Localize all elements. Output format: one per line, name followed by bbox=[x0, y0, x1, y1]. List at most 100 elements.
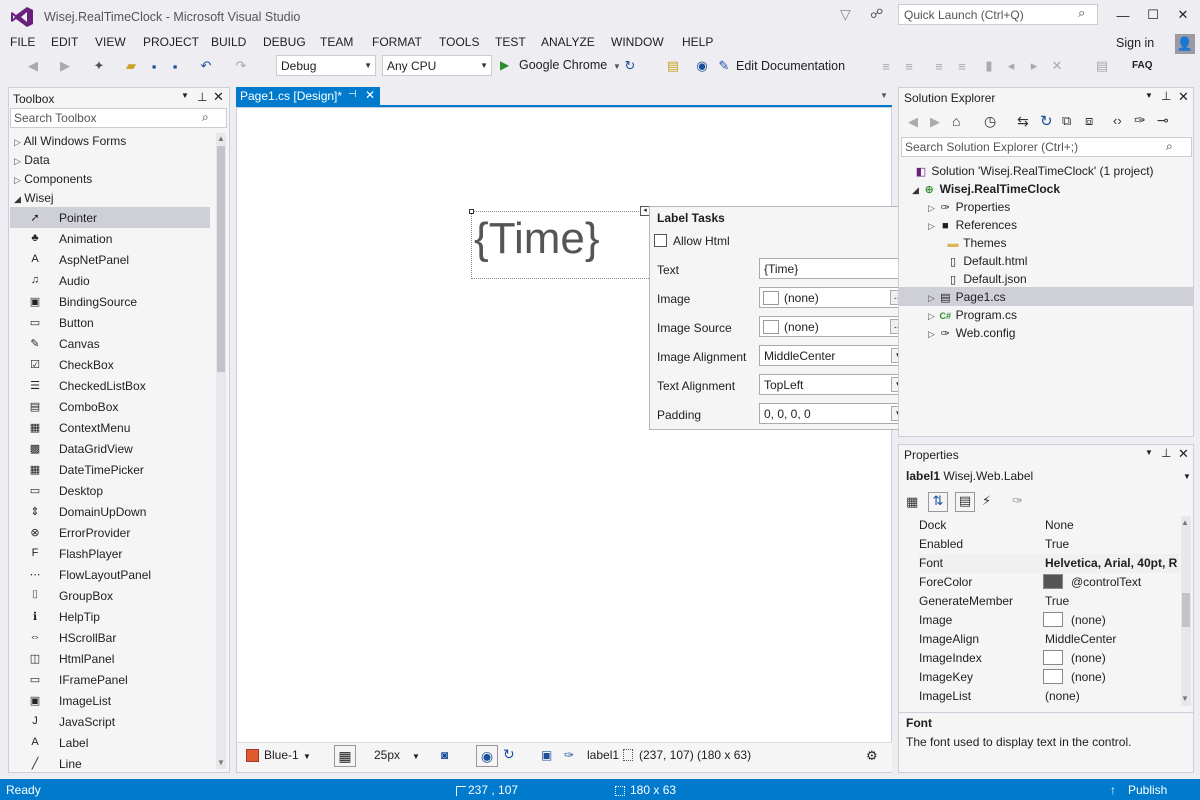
redo-icon[interactable]: ↷ bbox=[232, 57, 250, 75]
scrollbar-thumb[interactable] bbox=[217, 146, 225, 372]
publish-up-arrow-icon[interactable]: ↑ bbox=[1110, 783, 1116, 797]
image-field[interactable]: (none)... bbox=[759, 287, 909, 308]
menu-test[interactable]: TEST bbox=[495, 35, 526, 49]
preview-eye-icon[interactable]: ◉ bbox=[476, 745, 498, 767]
toolbox-item-bindingsource[interactable]: ▣ BindingSource bbox=[10, 291, 210, 312]
object-selector[interactable]: label1 Wisej.Web.Label bbox=[906, 469, 1033, 483]
property-pages-icon[interactable]: ✑ bbox=[1012, 493, 1023, 509]
toolbox-item-audio[interactable]: ♫ Audio bbox=[10, 270, 210, 291]
menu-format[interactable]: FORMAT bbox=[372, 35, 422, 49]
toolbox-item-iframepanel[interactable]: ▭ IFramePanel bbox=[10, 669, 210, 690]
designer-settings-icon[interactable]: ⚙ bbox=[866, 748, 878, 764]
close-icon[interactable]: ✕ bbox=[1178, 446, 1189, 462]
chevron-down-icon[interactable]: ▼ bbox=[880, 91, 888, 100]
solution-search-input[interactable]: Search Solution Explorer (Ctrl+;) bbox=[901, 137, 1192, 157]
publish-button[interactable]: Publish bbox=[1128, 783, 1167, 797]
property-row-enabled[interactable]: Enabled True bbox=[919, 535, 1179, 554]
preview-toggle-icon[interactable]: ⊸ bbox=[1157, 112, 1169, 129]
maximize-button[interactable]: ☐ bbox=[1138, 4, 1168, 26]
new-project-icon[interactable]: ✦ bbox=[90, 57, 108, 75]
close-icon[interactable]: ✕ bbox=[1178, 89, 1189, 105]
toolbox-case-icon[interactable]: ▣ bbox=[541, 748, 552, 762]
uncomment-icon[interactable]: ≡ bbox=[953, 57, 971, 75]
property-row-generatemember[interactable]: GenerateMember True bbox=[919, 592, 1179, 611]
events-lightning-icon[interactable]: ⚡ bbox=[982, 493, 991, 509]
refresh-icon[interactable]: ↻ bbox=[621, 57, 639, 75]
save-all-icon[interactable]: ▪ bbox=[166, 57, 184, 75]
solution-node[interactable]: ◧ Solution 'Wisej.RealTimeClock' (1 proj… bbox=[914, 164, 1154, 179]
bookmark-icon[interactable]: ▮ bbox=[980, 57, 998, 75]
property-row-font[interactable]: Font Helvetica, Arial, 40pt, R bbox=[919, 554, 1179, 573]
toolbox-item-aspnetpanel[interactable]: A AspNetPanel bbox=[10, 249, 210, 270]
chevron-down-icon[interactable]: ▼ bbox=[1183, 472, 1191, 481]
back-icon[interactable]: ◀ bbox=[24, 57, 42, 75]
alphabetical-icon[interactable]: ⇅ bbox=[928, 492, 948, 512]
text-field[interactable]: {Time} bbox=[759, 258, 909, 279]
toolbox-item-contextmenu[interactable]: ▦ ContextMenu bbox=[10, 417, 210, 438]
toolbox-item-flowlayoutpanel[interactable]: ⋯ FlowLayoutPanel bbox=[10, 564, 210, 585]
property-row-image[interactable]: Image (none) bbox=[919, 611, 1179, 630]
property-value[interactable]: (none) bbox=[1071, 613, 1106, 627]
align-left-icon[interactable]: ≡ bbox=[877, 57, 895, 75]
back-icon[interactable]: ◀ bbox=[908, 114, 918, 130]
chevron-down-icon[interactable]: ▼ bbox=[1145, 448, 1153, 457]
toolbox-item-htmlpanel[interactable]: ◫ HtmlPanel bbox=[10, 648, 210, 669]
start-debugging-icon[interactable]: ▶ bbox=[500, 58, 509, 72]
pin-icon[interactable]: ⊥ bbox=[1161, 446, 1171, 460]
pin-icon[interactable]: ⊥ bbox=[1161, 89, 1171, 103]
clear-bookmarks-icon[interactable]: ✕ bbox=[1048, 57, 1066, 75]
image-source-field[interactable]: (none)... bbox=[759, 316, 909, 337]
property-value[interactable]: True bbox=[1045, 537, 1069, 551]
tree-item-default-html[interactable]: ▯ Default.html bbox=[946, 254, 1027, 269]
menu-file[interactable]: FILE bbox=[10, 35, 35, 49]
sync-icon[interactable]: ⇆ bbox=[1017, 113, 1029, 130]
property-value[interactable]: None bbox=[1045, 518, 1074, 532]
property-value[interactable]: (none) bbox=[1071, 670, 1106, 684]
forward-icon[interactable]: ▶ bbox=[930, 114, 940, 130]
property-row-forecolor[interactable]: ForeColor @controlText bbox=[919, 573, 1179, 592]
quick-launch-input[interactable]: Quick Launch (Ctrl+Q) bbox=[898, 4, 1098, 25]
format-icon[interactable]: ▤ bbox=[1093, 57, 1111, 75]
toolbox-search-input[interactable]: Search Toolbox bbox=[10, 108, 227, 128]
toolbox-item-canvas[interactable]: ✎ Canvas bbox=[10, 333, 210, 354]
menu-build[interactable]: BUILD bbox=[211, 35, 246, 49]
minimize-button[interactable]: — bbox=[1108, 4, 1138, 26]
forward-icon[interactable]: ▶ bbox=[56, 57, 74, 75]
history-icon[interactable]: ◷ bbox=[984, 113, 996, 130]
property-value[interactable]: MiddleCenter bbox=[1045, 632, 1116, 646]
toolbox-item-combobox[interactable]: ▤ ComboBox bbox=[10, 396, 210, 417]
chevron-down-icon[interactable]: ▼ bbox=[1145, 91, 1153, 100]
property-value[interactable]: @controlText bbox=[1071, 575, 1141, 589]
edit-documentation-icon[interactable]: ✎ bbox=[715, 57, 733, 75]
toolbox-item-hscrollbar[interactable]: ⇔ HScrollBar bbox=[10, 627, 210, 648]
tree-item-program[interactable]: ▷ C# Program.cs bbox=[928, 308, 1017, 323]
faq-button[interactable]: FAQ bbox=[1132, 60, 1153, 71]
categorized-icon[interactable]: ▦ bbox=[906, 494, 918, 510]
toolbox-group-all-windows-forms[interactable]: ▷ All Windows Forms bbox=[14, 134, 126, 148]
menu-project[interactable]: PROJECT bbox=[143, 35, 199, 49]
prev-bookmark-icon[interactable]: ◂ bbox=[1002, 57, 1020, 75]
refresh-icon[interactable]: ↻ bbox=[1040, 112, 1053, 130]
screenshot-icon[interactable]: ◙ bbox=[441, 748, 448, 762]
image-alignment-select[interactable]: MiddleCenter▼ bbox=[759, 345, 909, 366]
notifications-flag-icon[interactable]: ▽ bbox=[840, 6, 851, 23]
view-code-icon[interactable]: ‹› bbox=[1113, 113, 1122, 128]
toolbox-group-components[interactable]: ▷ Components bbox=[14, 172, 92, 186]
feedback-icon[interactable]: ☍ bbox=[870, 6, 883, 22]
properties-wrench-icon[interactable]: ✑ bbox=[1134, 112, 1146, 129]
preview-icon[interactable]: ◉ bbox=[693, 57, 711, 75]
menu-edit[interactable]: EDIT bbox=[51, 35, 78, 49]
comment-icon[interactable]: ≡ bbox=[930, 57, 948, 75]
pin-icon[interactable]: ⊣ bbox=[348, 89, 357, 100]
toolbox-item-checkbox[interactable]: ☑ CheckBox bbox=[10, 354, 210, 375]
toolbox-item-animation[interactable]: ♣ Animation bbox=[10, 228, 210, 249]
configuration-dropdown[interactable]: Debug ▼ bbox=[276, 55, 376, 76]
browse-icon[interactable]: ▤ bbox=[664, 57, 682, 75]
text-alignment-select[interactable]: TopLeft▼ bbox=[759, 374, 909, 395]
chevron-down-icon[interactable]: ▼ bbox=[412, 752, 420, 761]
toolbox-item-pointer[interactable]: ➚ Pointer bbox=[10, 207, 210, 228]
toolbox-item-imagelist[interactable]: ▣ ImageList bbox=[10, 690, 210, 711]
menu-team[interactable]: TEAM bbox=[320, 35, 353, 49]
theme-selector[interactable]: Blue-1 bbox=[264, 748, 299, 762]
menu-tools[interactable]: TOOLS bbox=[439, 35, 479, 49]
